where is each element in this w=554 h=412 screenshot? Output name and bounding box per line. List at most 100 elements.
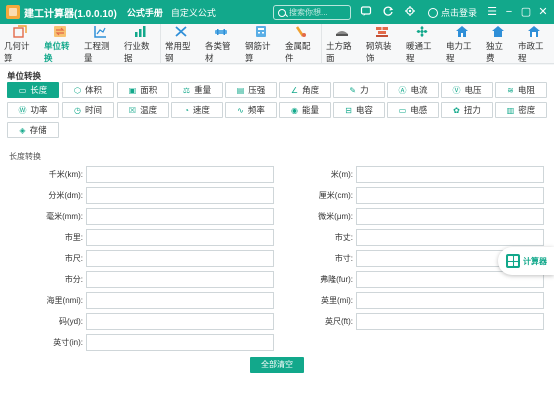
unit-time-button[interactable]: ◷ 时间	[62, 102, 114, 118]
unit-current-button[interactable]: Ⓐ 电流	[387, 82, 439, 98]
field-um: 微米(μm):	[276, 208, 544, 225]
energy-icon: ◉	[291, 105, 298, 115]
calculator-label: 计算器	[523, 256, 547, 266]
m-input[interactable]	[356, 166, 544, 183]
unit-volume-button[interactable]: ⬡ 体积	[62, 82, 114, 98]
unit-resistance-button[interactable]: ≋ 电阻	[495, 82, 547, 98]
geometry-icon	[13, 24, 27, 38]
unit-speed-button[interactable]: ◔ 速度	[171, 102, 223, 118]
toolbar-item-industry-data[interactable]: 行业数据	[120, 24, 161, 64]
unit-pressure-button[interactable]: ▤ 压强	[225, 82, 277, 98]
unit-power-button[interactable]: Ⓦ 功率	[7, 102, 59, 118]
yd-input[interactable]	[86, 313, 274, 330]
clear-all-button[interactable]: 全部清空	[250, 357, 304, 373]
toolbar-item-metal[interactable]: 金属配件	[281, 24, 322, 64]
unit-density-button[interactable]: ▥ 密度	[495, 102, 547, 118]
in-input[interactable]	[86, 334, 274, 351]
unit-temperature-button[interactable]: ☒ 温度	[117, 102, 169, 118]
conversion-subtitle: 长度转换	[9, 152, 41, 161]
settings-icon[interactable]	[403, 5, 417, 19]
toolbar-item-measure[interactable]: 工程测量	[80, 24, 120, 64]
voltage-icon: Ⓥ	[452, 85, 461, 95]
unit-area-button[interactable]: ▣ 面积	[117, 82, 169, 98]
shichi-input[interactable]	[86, 250, 274, 267]
main-content: 单位转换 ▭ 长度 ⬡ 体积 ▣ 面积 ⚖ 重量 ▤ 压强 ∠ 角度 ✎ 力 Ⓐ 电流 Ⓥ 电压 …	[0, 65, 554, 412]
field-m: 米(m):	[276, 166, 544, 183]
dm-input[interactable]	[86, 187, 274, 204]
unit-voltage-button[interactable]: Ⓥ 电压	[441, 82, 493, 98]
toolbar-item-unit-convert[interactable]: 单位转换	[40, 24, 80, 64]
measure-icon	[94, 25, 106, 38]
unit-inductance-button[interactable]: ▭ 电感	[387, 102, 439, 118]
refresh-icon[interactable]	[381, 5, 395, 19]
close-icon[interactable]: ✕	[536, 4, 550, 20]
unit-length-button[interactable]: ▭ 长度	[7, 82, 59, 98]
floating-calculator-button[interactable]: 计算器	[498, 247, 554, 275]
calculator-icon	[506, 254, 520, 268]
brick-icon	[376, 26, 388, 37]
field-fur: 弗隆(fur):	[276, 271, 544, 288]
tab-custom-formula[interactable]: 自定义公式	[169, 3, 218, 22]
unit-force-button[interactable]: ✎ 力	[333, 82, 385, 98]
minimize-icon[interactable]: −	[502, 4, 516, 20]
unit-torque-button[interactable]: ✿ 扭力	[441, 102, 493, 118]
shifen-input[interactable]	[86, 271, 274, 288]
maximize-icon[interactable]: ▢	[519, 4, 533, 20]
toolbar-item-power[interactable]: 电力工程	[442, 24, 482, 64]
search-placeholder: 搜索你想...	[289, 8, 328, 17]
message-icon[interactable]	[359, 5, 373, 19]
speed-icon: ◔	[184, 105, 189, 115]
unit-angle-button[interactable]: ∠ 角度	[279, 82, 331, 98]
field-nmi: 海里(nmi):	[6, 292, 274, 309]
steel-icon	[175, 25, 187, 37]
toolbar-item-pipe[interactable]: 各类管材	[201, 24, 241, 64]
tab-formula-manual[interactable]: 公式手册	[125, 3, 165, 22]
house-icon	[492, 25, 504, 37]
angle-icon: ∠	[290, 85, 299, 95]
toolbar-item-earthwork[interactable]: 土方路面	[322, 24, 362, 64]
um-input[interactable]	[356, 208, 544, 225]
toolbar-item-rebar[interactable]: 钢筋计算	[241, 24, 281, 64]
power-unit-icon: Ⓦ	[18, 105, 27, 115]
ft-input[interactable]	[356, 313, 544, 330]
unit-capacitance-button[interactable]: ⊟ 电容	[333, 102, 385, 118]
nmi-input[interactable]	[86, 292, 274, 309]
category-toolbar: 几何计算 单位转换 工程测量 行业数据 常用型钢 各类管材 钢筋计算 金属配件 …	[0, 24, 554, 64]
field-mm: 毫米(mm):	[6, 208, 274, 225]
field-shizhang: 市丈:	[276, 229, 544, 246]
inductance-icon: ▭	[398, 105, 407, 115]
login-button[interactable]: 点击登录	[428, 6, 477, 19]
hvac-icon	[416, 25, 428, 37]
shizhang-input[interactable]	[356, 229, 544, 246]
km-input[interactable]	[86, 166, 274, 183]
field-in: 英寸(in):	[6, 334, 274, 351]
storage-icon: ◈	[19, 125, 26, 135]
search-input[interactable]: 搜索你想...	[273, 5, 351, 20]
shili-input[interactable]	[86, 229, 274, 246]
mm-input[interactable]	[86, 208, 274, 225]
toolbar-item-steel[interactable]: 常用型钢	[161, 24, 201, 64]
density-icon: ▥	[506, 105, 515, 115]
frequency-icon: ∿	[237, 105, 244, 115]
menu-icon[interactable]: ☰	[485, 4, 499, 20]
chart-icon	[135, 25, 146, 37]
cm-input[interactable]	[356, 187, 544, 204]
mi-input[interactable]	[356, 292, 544, 309]
force-icon: ✎	[349, 85, 357, 95]
toolbar-item-brick[interactable]: 砌筑装饰	[362, 24, 402, 64]
field-km: 千米(km):	[6, 166, 274, 183]
toolbar-item-municipal[interactable]: 市政工程	[514, 24, 554, 64]
volume-icon: ⬡	[74, 85, 81, 95]
toolbar-item-independent-fee[interactable]: 独立费	[482, 24, 514, 64]
unit-convert-icon	[54, 25, 66, 37]
field-ft: 英尺(ft):	[276, 313, 544, 330]
unit-weight-button[interactable]: ⚖ 重量	[171, 82, 223, 98]
temperature-icon: ☒	[128, 105, 137, 115]
toolbar-item-hvac[interactable]: 暖通工程	[402, 24, 442, 64]
search-icon	[278, 8, 286, 17]
unit-energy-button[interactable]: ◉ 能量	[279, 102, 331, 118]
unit-storage-button[interactable]: ◈ 存储	[7, 122, 59, 138]
power-icon	[456, 25, 468, 37]
toolbar-item-geometry[interactable]: 几何计算	[0, 24, 40, 64]
unit-frequency-button[interactable]: ∿ 频率	[225, 102, 277, 118]
